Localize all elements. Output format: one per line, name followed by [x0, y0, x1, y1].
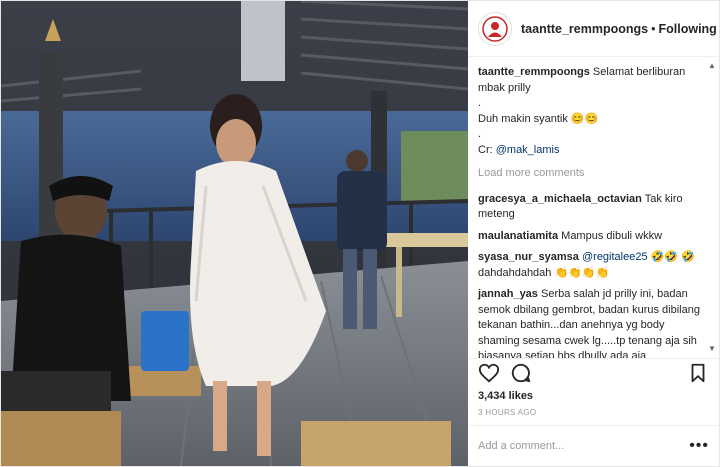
profile-avatar-logo[interactable]: [478, 11, 512, 46]
comment-mention-link[interactable]: @regitalee25: [582, 251, 648, 263]
more-options-icon[interactable]: •••: [689, 437, 709, 455]
caption-line2: Duh makin syantik 😊😊: [478, 112, 599, 125]
bookmark-icon[interactable]: [687, 362, 709, 384]
comment-username[interactable]: maulanatiamita: [478, 230, 558, 242]
heart-icon[interactable]: [478, 362, 500, 384]
caption: taantte_remmpoongs Selamat berliburan mb…: [478, 65, 709, 158]
avatar-logo-icon: [482, 15, 508, 42]
load-more-comments-link[interactable]: Load more comments: [478, 166, 709, 182]
comment-item: maulanatiamita Mampus dibuli wkkw: [478, 229, 709, 245]
comment-username[interactable]: syasa_nur_syamsa: [478, 251, 579, 263]
add-comment-bar: Add a comment... •••: [468, 425, 719, 466]
caption-username[interactable]: taantte_remmpoongs: [478, 66, 590, 78]
comment-username[interactable]: gracesya_a_michaela_octavian: [478, 193, 642, 205]
scroll-up-arrow-icon[interactable]: ▲: [707, 61, 717, 71]
post-media-video[interactable]: [1, 1, 468, 466]
caption-credit-prefix: Cr:: [478, 143, 496, 156]
post-side-panel: taantte_remmpoongs • Following taantte_r…: [468, 1, 719, 466]
scroll-down-arrow-icon[interactable]: ▼: [707, 344, 717, 354]
comment-item: gracesya_a_michaela_octavian Tak kiro me…: [478, 192, 709, 223]
comment-item: syasa_nur_syamsa @regitalee25 🤣🤣 🤣 dahda…: [478, 250, 709, 281]
comment-username[interactable]: jannah_yas: [478, 288, 538, 300]
caption-dot: .: [478, 97, 482, 109]
post-header: taantte_remmpoongs • Following: [468, 1, 719, 57]
header-separator: •: [651, 21, 656, 36]
instagram-post: taantte_remmpoongs • Following taantte_r…: [0, 0, 720, 467]
comments-section[interactable]: taantte_remmpoongs Selamat berliburan mb…: [468, 57, 719, 358]
caption-dot: .: [478, 128, 482, 140]
comment-text: Mampus dibuli wkkw: [561, 229, 663, 242]
comment-item: jannah_yas Serba salah jd prilly ini, ba…: [478, 287, 709, 358]
add-comment-input[interactable]: Add a comment...: [478, 440, 689, 452]
credit-mention-link[interactable]: @mak_lamis: [496, 144, 560, 156]
likes-count[interactable]: 3,434 likes: [468, 387, 719, 402]
comment-bubble-icon[interactable]: [510, 362, 532, 384]
video-frame-illustration: [1, 1, 468, 466]
post-timestamp[interactable]: 3 HOURS AGO: [468, 402, 719, 425]
following-button[interactable]: Following: [659, 22, 717, 36]
action-bar: [468, 358, 719, 387]
header-username[interactable]: taantte_remmpoongs: [521, 22, 648, 36]
